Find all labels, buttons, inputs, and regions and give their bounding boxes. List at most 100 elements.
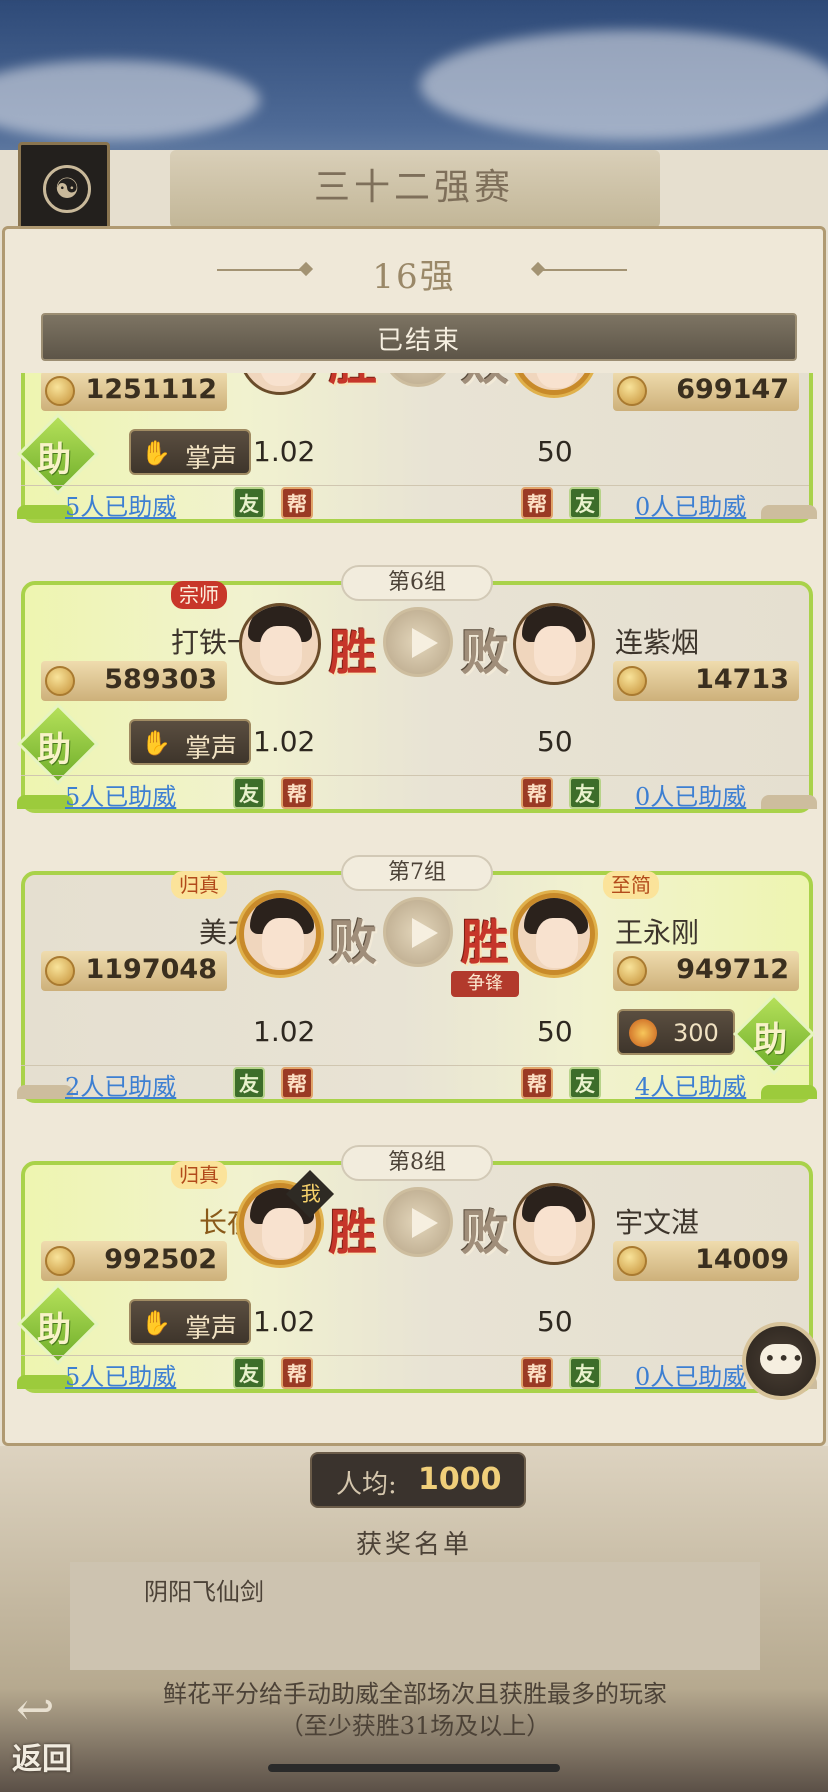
result-right: 败 — [461, 1205, 510, 1261]
cloud — [0, 60, 260, 140]
dragon-emblem-icon: ☯ — [43, 165, 91, 213]
chat-dots: ••• — [764, 1346, 806, 1370]
match-card: 第8组 归真 长夜行 宇文湛 我 992502 14009 胜 败 助 ✋掌声 … — [16, 1145, 817, 1393]
guild-tag[interactable]: 帮 — [521, 487, 553, 519]
odds-left: 1.02 — [253, 1305, 316, 1338]
award-list-title: 获奖名单 — [355, 1530, 472, 1560]
coin-icon — [617, 1246, 647, 1276]
supporters-link-right[interactable]: 0人已助威 — [635, 487, 746, 522]
player-name-right: 王永刚 — [615, 916, 700, 949]
zhengfeng-badge: 争锋 — [451, 971, 519, 997]
result-right: 胜 — [461, 915, 510, 971]
coin-icon — [45, 1246, 75, 1276]
supporters-link-left[interactable]: 2人已助威 — [65, 1067, 176, 1102]
guild-tag[interactable]: 帮 — [521, 1067, 553, 1099]
replay-button[interactable] — [383, 897, 453, 967]
leaf-ornament — [761, 795, 817, 809]
help-label: 助 — [37, 439, 72, 480]
replay-button[interactable] — [383, 1187, 453, 1257]
group-label: 第8组 — [341, 1145, 493, 1181]
rank-badge-left: 宗师 — [171, 581, 227, 609]
odds-right: 50 — [537, 1305, 573, 1338]
score-box-right: 14713 — [613, 661, 799, 701]
player-avatar-left[interactable] — [239, 603, 321, 685]
player-avatar-left[interactable] — [239, 893, 321, 975]
flower-gift-icon — [629, 1019, 657, 1047]
help-label: 助 — [37, 729, 72, 770]
guild-tag[interactable]: 帮 — [521, 1357, 553, 1389]
title-ornament — [537, 269, 627, 271]
clap-icon: ✋ — [141, 1309, 171, 1337]
rank-badge-left: 归真 — [171, 871, 227, 899]
average-plate: 人均: 1000 — [310, 1452, 526, 1508]
clap-button[interactable]: ✋ 掌声 — [129, 1299, 251, 1345]
coin-icon — [617, 956, 647, 986]
clap-button[interactable]: ✋ 掌声 — [129, 429, 251, 475]
friend-tag[interactable]: 友 — [569, 1067, 601, 1099]
rank-badge-left: 归真 — [171, 1161, 227, 1189]
score-right: 699147 — [676, 374, 789, 405]
flower-gift-button[interactable]: 300 — [617, 1009, 735, 1055]
result-right: 败 — [461, 625, 510, 681]
score-left: 992502 — [104, 1244, 217, 1275]
result-left: 胜 — [329, 625, 378, 681]
friend-tag[interactable]: 友 — [233, 1067, 265, 1099]
supporters-link-left[interactable]: 5人已助威 — [65, 1357, 176, 1392]
guild-tag[interactable]: 帮 — [281, 487, 313, 519]
player-avatar-right[interactable] — [513, 1183, 595, 1265]
supporters-link-left[interactable]: 5人已助威 — [65, 487, 176, 522]
odds-left: 1.02 — [253, 1015, 316, 1048]
coin-icon — [45, 956, 75, 986]
leaf-ornament — [761, 1085, 817, 1099]
supporters-link-left[interactable]: 5人已助威 — [65, 777, 176, 812]
score-left: 589303 — [104, 664, 217, 695]
coin-icon — [617, 666, 647, 696]
player-name-right: 宇文湛 — [615, 1206, 700, 1239]
supporters-link-right[interactable]: 4人已助威 — [635, 1067, 746, 1102]
help-label: 助 — [753, 1019, 788, 1060]
player-avatar-right[interactable] — [513, 603, 595, 685]
group-label: 第6组 — [341, 565, 493, 601]
modal-title: 16强 — [372, 257, 456, 297]
match-card: 第7组 归真 至简 美刀刀 王永刚 争锋 1197048 949712 败 胜 … — [17, 855, 817, 1103]
friend-tag[interactable]: 友 — [233, 777, 265, 809]
clap-label: 掌声 — [185, 734, 238, 764]
me-badge-label: 我 — [300, 1181, 321, 1206]
score-box-left: 992502 — [41, 1241, 227, 1281]
friend-tag[interactable]: 友 — [233, 487, 265, 519]
clap-label: 掌声 — [185, 1314, 238, 1344]
score-left: 1251112 — [85, 374, 217, 405]
score-box-right: 14009 — [613, 1241, 799, 1281]
score-box-left: 589303 — [41, 661, 227, 701]
back-arrow-icon: ↩ — [16, 1682, 55, 1736]
clap-button[interactable]: ✋ 掌声 — [129, 719, 251, 765]
supporters-link-right[interactable]: 0人已助威 — [635, 777, 746, 812]
match-card: 第6组 宗师 打铁一号 连紫烟 589303 14713 胜 败 助 ✋ 掌声 1… — [16, 565, 817, 813]
match-card: 1251112 699147 胜 败 助 ✋ 掌声 1.02 50 5人已助威 友… — [16, 373, 817, 523]
odds-left: 1.02 — [253, 435, 316, 468]
chat-button[interactable]: ••• — [742, 1322, 820, 1400]
friend-tag[interactable]: 友 — [233, 1357, 265, 1389]
match-list[interactable]: 1251112 699147 胜 败 助 ✋ 掌声 1.02 50 5人已助威 友… — [5, 373, 823, 1443]
round-modal: 16强 已结束 1251112 699147 胜 败 助 ✋ 掌声 1.02 50… — [2, 226, 826, 1446]
tournament-title: 三十二强赛 — [313, 167, 514, 208]
friend-tag[interactable]: 友 — [569, 777, 601, 809]
score-right: 949712 — [676, 954, 789, 985]
average-value: 1000 — [418, 1462, 502, 1497]
average-label: 人均: — [336, 1470, 397, 1500]
guild-tag[interactable]: 帮 — [281, 777, 313, 809]
friend-tag[interactable]: 友 — [569, 1357, 601, 1389]
guild-tag[interactable]: 帮 — [281, 1067, 313, 1099]
replay-button[interactable] — [383, 607, 453, 677]
coin-icon — [45, 376, 75, 406]
guild-tag[interactable]: 帮 — [521, 777, 553, 809]
player-avatar-right[interactable] — [513, 893, 595, 975]
score-right: 14009 — [695, 1244, 789, 1275]
back-button[interactable]: ↩ 返回 — [6, 1680, 102, 1780]
clap-label: 掌声 — [185, 444, 238, 474]
leaf-ornament — [761, 505, 817, 519]
friend-tag[interactable]: 友 — [569, 487, 601, 519]
guild-tag[interactable]: 帮 — [281, 1357, 313, 1389]
result-left: 胜 — [329, 1205, 378, 1261]
supporters-link-right[interactable]: 0人已助威 — [635, 1357, 746, 1392]
